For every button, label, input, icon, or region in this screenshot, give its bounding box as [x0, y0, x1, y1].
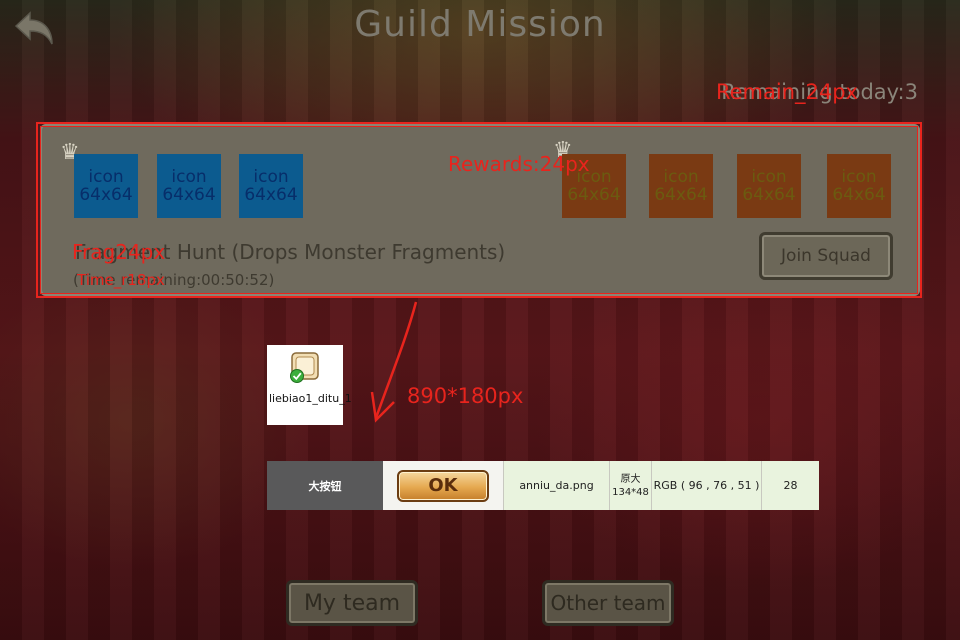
icon-label: icon [841, 167, 877, 187]
spec-size: 原大 134*48 [610, 461, 652, 510]
reward-icon-placeholder: icon 64x64 [157, 154, 221, 218]
reward-icon-placeholder: icon 64x64 [827, 154, 891, 218]
remaining-font-annotation: Remain_24px [715, 80, 858, 104]
join-squad-button[interactable]: Join Squad [759, 232, 893, 280]
ok-button[interactable]: OK [397, 469, 489, 502]
icon-label: icon [88, 167, 124, 187]
other-team-button[interactable]: Other team [542, 580, 674, 626]
mission-name-font-annotation: Frag24px [72, 240, 166, 264]
time-font-annotation: Time_r18px [77, 271, 165, 289]
spec-font-size: 28 [762, 461, 819, 510]
reward-icon-placeholder: icon 64x64 [649, 154, 713, 218]
panel-size-annotation: 890*180px [407, 384, 524, 408]
icon-label: icon [253, 167, 289, 187]
icon-label: icon [751, 167, 787, 187]
rewards-font-annotation: Rewards:24px [448, 152, 590, 176]
spec-size-value: 134*48 [612, 486, 649, 498]
button-spec-row: 大按钮 OK anniu_da.png 原大 134*48 RGB ( 96 ,… [267, 461, 819, 510]
icon-size: 64x64 [162, 185, 216, 205]
spec-preview-cell: OK [383, 461, 504, 510]
page-title: Guild Mission [354, 4, 606, 45]
spec-size-label: 原大 [620, 473, 641, 485]
spec-color: RGB ( 96 , 76 , 51 ) [652, 461, 762, 510]
reward-icon-placeholder: icon 64x64 [239, 154, 303, 218]
icon-label: icon [663, 167, 699, 187]
icon-size: 64x64 [244, 185, 298, 205]
reward-icon-placeholder: icon 64x64 [737, 154, 801, 218]
icon-size: 64x64 [654, 185, 708, 205]
spec-label: 大按钮 [267, 461, 383, 510]
image-file-icon [290, 352, 319, 383]
file-thumbnail[interactable]: liebiao1_ditu_1 [267, 345, 352, 425]
my-team-button[interactable]: My team [286, 580, 418, 626]
icon-size: 64x64 [832, 185, 886, 205]
reward-icon-placeholder: icon 64x64 [74, 154, 138, 218]
file-name: liebiao1_ditu_1 [269, 392, 352, 405]
spec-file: anniu_da.png [504, 461, 610, 510]
icon-size: 64x64 [567, 185, 621, 205]
icon-size: 64x64 [742, 185, 796, 205]
icon-label: icon [171, 167, 207, 187]
icon-size: 64x64 [79, 185, 133, 205]
